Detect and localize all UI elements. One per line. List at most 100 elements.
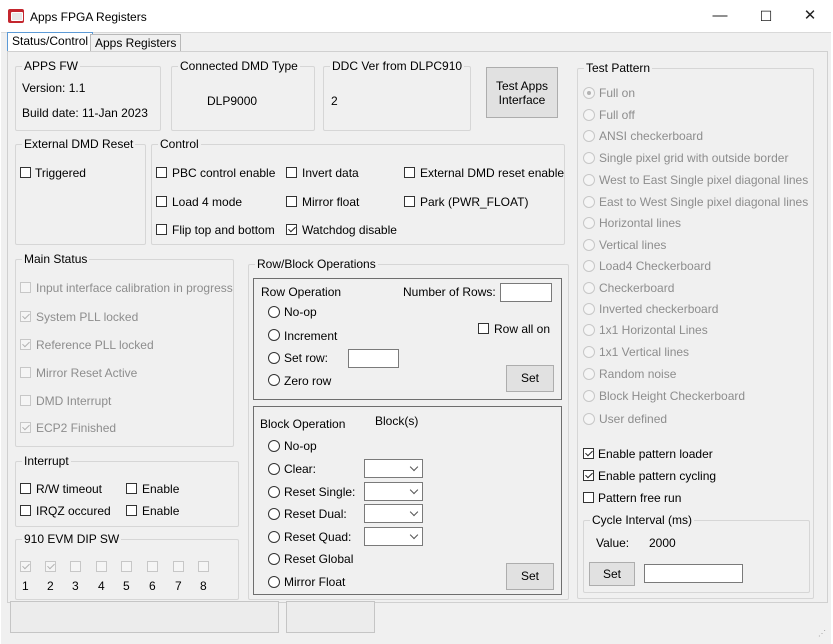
row-noop-radio[interactable] [268,306,280,318]
dip-switch-checkbox [173,561,184,572]
pattern-label: Full on [599,86,636,100]
cycle-interval-set-button[interactable]: Set [589,562,635,586]
main-status-label: DMD Interrupt [36,394,112,408]
pattern-radio[interactable] [583,130,595,142]
ddc-ver-value: 2 [331,94,338,108]
pattern-radio[interactable] [583,324,595,336]
pattern-label: ANSI checkerboard [599,129,704,143]
pattern-radio[interactable] [583,282,595,294]
test-apps-line1: Test Apps [495,79,549,93]
test-apps-interface-button[interactable]: Test Apps Interface [486,67,558,118]
dip-switch-label: 2 [47,579,54,593]
reset-single-select[interactable] [364,482,423,501]
row-set-button[interactable]: Set [506,365,554,392]
fw-version: Version: 1.1 [22,81,86,95]
zero-row-radio[interactable] [268,374,280,386]
external-dmd-reset-enable-checkbox[interactable] [404,167,415,178]
pattern-radio[interactable] [583,87,595,99]
reset-single-radio[interactable] [268,486,280,498]
park-checkbox[interactable] [404,196,415,207]
main-status-label: Input interface calibration in progress [36,281,233,295]
block-set-button[interactable]: Set [506,563,554,590]
watchdog-disable-checkbox[interactable] [286,224,297,235]
connected-dmd-title: Connected DMD Type [178,59,300,73]
block-noop-label: No-op [284,439,317,453]
pattern-radio[interactable] [583,109,595,121]
number-of-rows-input[interactable] [500,283,552,302]
pattern-label: 1x1 Horizontal Lines [599,323,708,337]
cycle-interval-input[interactable] [644,564,743,583]
pattern-label: Load4 Checkerboard [599,259,712,273]
enable-pattern-cycling-checkbox[interactable] [583,470,594,481]
dip-switch-label: 4 [98,579,105,593]
pattern-radio[interactable] [583,260,595,272]
triggered-label: Triggered [35,166,86,180]
close-button[interactable]: ✕ [787,0,833,32]
app-icon [8,9,24,23]
resize-grip-icon[interactable]: ⋰ [818,629,827,638]
triggered-checkbox[interactable] [20,167,31,178]
pattern-label: 1x1 Vertical lines [599,345,690,359]
row-increment-radio[interactable] [268,329,280,341]
pattern-label: Horizontal lines [599,216,682,230]
title-bar: Apps FPGA Registers — ☐ ✕ [0,0,833,32]
main-status-label: System PLL locked [36,310,139,324]
pattern-radio[interactable] [583,152,595,164]
block-noop-radio[interactable] [268,440,280,452]
pattern-radio[interactable] [583,413,595,425]
flip-top-bottom-checkbox[interactable] [156,224,167,235]
blocks-label: Block(s) [375,414,419,428]
reset-single-label: Reset Single: [284,485,356,499]
mirror-float-radio[interactable] [268,576,280,588]
pattern-radio[interactable] [583,239,595,251]
clear-select[interactable] [364,459,423,478]
pattern-radio[interactable] [583,174,595,186]
row-operation-label: Row Operation [261,285,342,299]
block-operation-label: Block Operation [260,417,346,431]
main-status-checkbox [20,339,31,350]
reset-quad-radio[interactable] [268,531,280,543]
reset-dual-select[interactable] [364,504,423,523]
pattern-label: West to East Single pixel diagonal lines [599,173,809,187]
pattern-radio[interactable] [583,303,595,315]
load4-mode-checkbox[interactable] [156,196,167,207]
number-of-rows-label: Number of Rows: [403,285,496,299]
dip-switch-label: 6 [149,579,156,593]
pattern-label: Full off [599,108,635,122]
pattern-radio[interactable] [583,346,595,358]
pbc-control-enable-label: PBC control enable [172,166,276,180]
minimize-button[interactable]: — [697,0,743,32]
interrupt-title: Interrupt [22,454,71,468]
invert-data-checkbox[interactable] [286,167,297,178]
enable-pattern-loader-checkbox[interactable] [583,448,594,459]
pattern-radio[interactable] [583,217,595,229]
reset-dual-radio[interactable] [268,508,280,520]
pattern-label: Block Height Checkerboard [599,389,746,403]
reset-quad-select[interactable] [364,527,423,546]
pattern-radio[interactable] [583,368,595,380]
connected-dmd-value: DLP9000 [207,94,258,108]
mirror-float-checkbox[interactable] [286,196,297,207]
pattern-free-run-checkbox[interactable] [583,492,594,503]
tab-apps-registers[interactable]: Apps Registers [90,34,182,52]
row-all-on-checkbox[interactable] [478,323,489,334]
row-noop-label: No-op [284,305,317,319]
clear-radio[interactable] [268,463,280,475]
dip-switch-label: 1 [22,579,29,593]
set-row-radio[interactable] [268,352,280,364]
tab-status-control[interactable]: Status/Control [7,32,94,52]
rw-timeout-enable-checkbox[interactable] [126,483,137,494]
irqz-label: IRQZ occured [36,504,111,518]
irqz-enable-checkbox[interactable] [126,505,137,516]
pattern-radio[interactable] [583,196,595,208]
rw-timeout-checkbox[interactable] [20,483,31,494]
irqz-checkbox[interactable] [20,505,31,516]
set-row-input[interactable] [348,349,399,368]
external-dmd-reset-group: External DMD Reset [15,137,146,245]
pbc-control-enable-checkbox[interactable] [156,167,167,178]
main-status-checkbox [20,395,31,406]
pattern-radio[interactable] [583,390,595,402]
test-pattern-title: Test Pattern [584,61,653,75]
reset-global-radio[interactable] [268,553,280,565]
maximize-button[interactable]: ☐ [743,0,789,32]
